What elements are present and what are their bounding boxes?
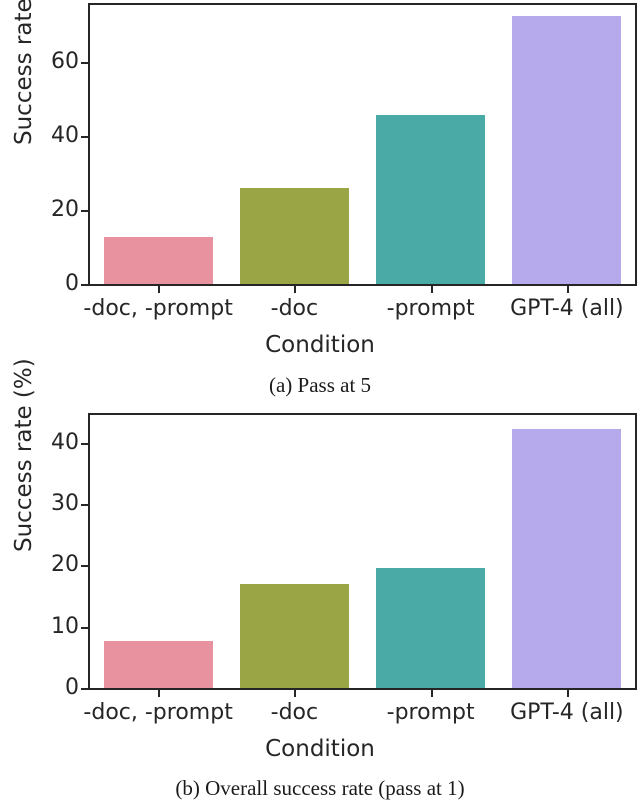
x-tick-b-0 bbox=[158, 688, 161, 697]
x-tick-label-b-2: -prompt bbox=[386, 700, 475, 725]
x-tick-a-3 bbox=[566, 284, 569, 293]
y-tick-label-b-3: 30 bbox=[51, 490, 79, 516]
subfigure-overall-success-rate: Success rate (%) 0 10 20 30 40 -doc, -prompt -… bbox=[0, 358, 640, 800]
plot-axes-b: 0 10 20 30 40 -doc, -prompt -doc -prompt GPT-4 (… bbox=[51, 413, 637, 724]
bar-b-0 bbox=[103, 640, 213, 688]
y-tick-label-b-4: 40 bbox=[51, 429, 79, 455]
x-axis-label-b: Condition bbox=[265, 736, 375, 762]
bar-a-3 bbox=[512, 16, 622, 284]
x-tick-a-0 bbox=[158, 284, 161, 293]
subfigure-pass-at-5: Success rate (%) 0 20 40 60 -doc, -prompt -do… bbox=[0, 0, 640, 400]
x-tick-a-2 bbox=[430, 284, 433, 293]
y-tick-label-a-1: 20 bbox=[51, 197, 79, 223]
y-tick-a-1 bbox=[81, 210, 90, 213]
plot-axes-a: 0 20 40 60 -doc, -prompt -doc -prompt GPT-4 (al… bbox=[51, 3, 637, 320]
y-tick-label-a-0: 0 bbox=[65, 271, 79, 296]
x-tick-b-1 bbox=[294, 688, 297, 697]
y-tick-b-1 bbox=[81, 626, 90, 629]
y-tick-label-b-1: 10 bbox=[51, 613, 79, 639]
bar-a-0 bbox=[103, 237, 213, 284]
subfigure-caption-b: (b) Overall success rate (pass at 1) bbox=[175, 776, 465, 800]
x-tick-label-b-3: GPT-4 (all) bbox=[510, 700, 624, 725]
x-tick-label-a-1: -doc bbox=[270, 296, 319, 321]
y-tick-a-0 bbox=[81, 284, 90, 286]
y-tick-b-4 bbox=[81, 442, 90, 445]
y-tick-b-3 bbox=[81, 503, 90, 506]
y-tick-label-a-3: 60 bbox=[51, 49, 79, 75]
figure-container: Success rate (%) 0 20 40 60 -doc, -prompt -do… bbox=[0, 0, 640, 800]
y-tick-a-2 bbox=[81, 136, 90, 139]
y-tick-b-2 bbox=[81, 565, 90, 568]
x-tick-label-a-2: -prompt bbox=[386, 296, 475, 321]
x-tick-label-a-3: GPT-4 (all) bbox=[510, 296, 624, 321]
plot-area-a bbox=[90, 5, 635, 284]
bar-b-2 bbox=[376, 567, 486, 688]
y-tick-label-b-0: 0 bbox=[65, 675, 79, 700]
subfigure-caption-a: (a) Pass at 5 bbox=[268, 373, 372, 397]
x-tick-label-b-0: -doc, -prompt bbox=[83, 700, 233, 725]
y-tick-label-a-2: 40 bbox=[51, 123, 79, 149]
x-axis-label-a: Condition bbox=[265, 332, 375, 358]
x-tick-b-2 bbox=[430, 688, 433, 697]
plot-area-b bbox=[90, 415, 635, 688]
y-tick-a-3 bbox=[81, 62, 90, 65]
y-tick-label-b-2: 20 bbox=[51, 552, 79, 578]
bar-a-1 bbox=[239, 188, 349, 284]
x-tick-label-a-0: -doc, -prompt bbox=[83, 296, 233, 321]
y-tick-b-0 bbox=[81, 688, 90, 690]
x-tick-b-3 bbox=[566, 688, 569, 697]
x-tick-a-1 bbox=[294, 284, 297, 293]
bar-b-3 bbox=[512, 428, 622, 688]
bar-a-2 bbox=[376, 114, 486, 284]
bar-b-1 bbox=[239, 583, 349, 688]
x-tick-label-b-1: -doc bbox=[270, 700, 319, 725]
